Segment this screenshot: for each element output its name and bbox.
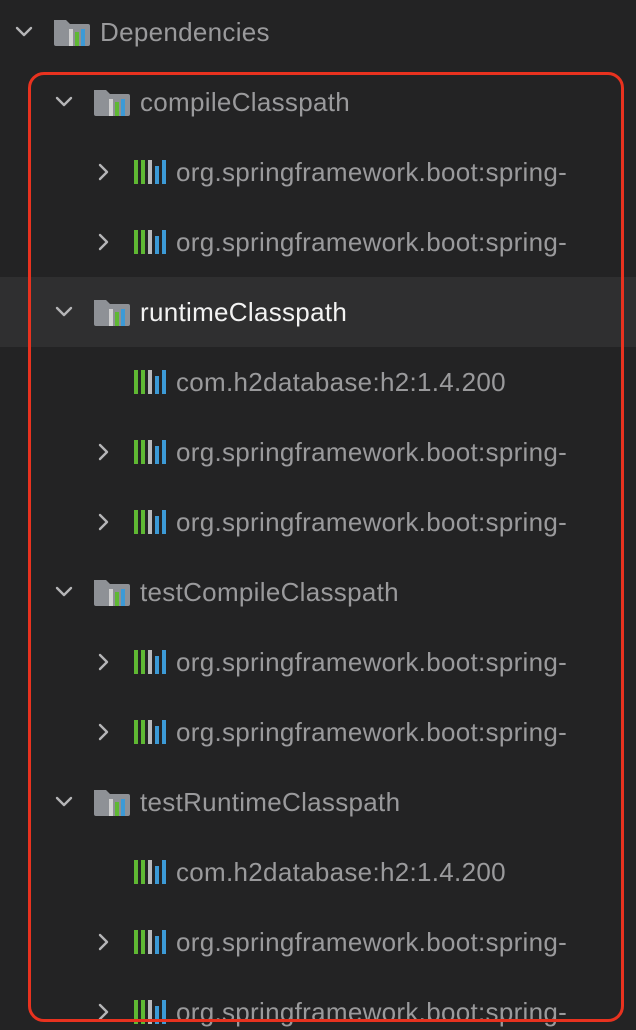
dependency-node[interactable]: org.springframework.boot:spring-: [0, 207, 636, 277]
chevron-down-icon[interactable]: [50, 578, 78, 606]
folder-gradle-icon: [92, 576, 132, 608]
chevron-down-icon[interactable]: [10, 18, 38, 46]
chevron-right-icon[interactable]: [90, 998, 118, 1026]
tree-item-label: org.springframework.boot:spring-: [176, 646, 568, 677]
tree-item-label: testCompileClasspath: [140, 576, 399, 607]
library-icon: [132, 997, 168, 1027]
configuration-node[interactable]: compileClasspath: [0, 67, 636, 137]
dependency-node[interactable]: com.h2database:h2:1.4.200: [0, 837, 636, 907]
library-icon: [132, 227, 168, 257]
chevron-down-icon[interactable]: [50, 788, 78, 816]
chevron-right-icon[interactable]: [90, 928, 118, 956]
dependency-node[interactable]: org.springframework.boot:spring-: [0, 417, 636, 487]
library-icon: [132, 367, 168, 397]
folder-gradle-icon: [92, 296, 132, 328]
tree-item-label: org.springframework.boot:spring-: [176, 716, 568, 747]
chevron-right-icon[interactable]: [90, 508, 118, 536]
configuration-node[interactable]: runtimeClasspath: [0, 277, 636, 347]
dependency-node[interactable]: org.springframework.boot:spring-: [0, 977, 636, 1030]
library-icon: [132, 437, 168, 467]
folder-gradle-icon: [92, 786, 132, 818]
tree-item-label: org.springframework.boot:spring-: [176, 226, 568, 257]
chevron-down-icon[interactable]: [50, 88, 78, 116]
tree-root-dependencies[interactable]: Dependencies: [0, 0, 636, 67]
folder-gradle-icon: [52, 16, 92, 48]
chevron-down-icon[interactable]: [50, 298, 78, 326]
tree-item-label: testRuntimeClasspath: [140, 786, 401, 817]
chevron-right-icon[interactable]: [90, 648, 118, 676]
dependency-node[interactable]: org.springframework.boot:spring-: [0, 697, 636, 767]
chevron-right-icon[interactable]: [90, 718, 118, 746]
chevron-right-icon[interactable]: [90, 438, 118, 466]
dependency-node[interactable]: com.h2database:h2:1.4.200: [0, 347, 636, 417]
dependency-node[interactable]: org.springframework.boot:spring-: [0, 487, 636, 557]
dependency-node[interactable]: org.springframework.boot:spring-: [0, 627, 636, 697]
empty-chevron-slot: [90, 858, 118, 886]
library-icon: [132, 717, 168, 747]
tree-item-label: com.h2database:h2:1.4.200: [176, 366, 506, 397]
configuration-node[interactable]: testCompileClasspath: [0, 557, 636, 627]
chevron-right-icon[interactable]: [90, 228, 118, 256]
library-icon: [132, 647, 168, 677]
tree-item-label: runtimeClasspath: [140, 296, 348, 327]
configuration-node[interactable]: testRuntimeClasspath: [0, 767, 636, 837]
dependency-node[interactable]: org.springframework.boot:spring-: [0, 137, 636, 207]
tree-item-label: org.springframework.boot:spring-: [176, 506, 568, 537]
library-icon: [132, 507, 168, 537]
tree-item-label: org.springframework.boot:spring-: [176, 926, 568, 957]
tree-item-label: compileClasspath: [140, 86, 351, 117]
tree-item-label: org.springframework.boot:spring-: [176, 156, 568, 187]
library-icon: [132, 927, 168, 957]
tree-item-label: org.springframework.boot:spring-: [176, 996, 568, 1027]
library-icon: [132, 857, 168, 887]
tree-item-label: org.springframework.boot:spring-: [176, 436, 568, 467]
tree-item-label: com.h2database:h2:1.4.200: [176, 856, 506, 887]
dependency-node[interactable]: org.springframework.boot:spring-: [0, 907, 636, 977]
library-icon: [132, 157, 168, 187]
chevron-right-icon[interactable]: [90, 158, 118, 186]
tree-item-label: Dependencies: [100, 16, 270, 47]
folder-gradle-icon: [92, 86, 132, 118]
dependencies-tree: Dependencies compileClasspath org.springfr…: [0, 0, 636, 1030]
empty-chevron-slot: [90, 368, 118, 396]
